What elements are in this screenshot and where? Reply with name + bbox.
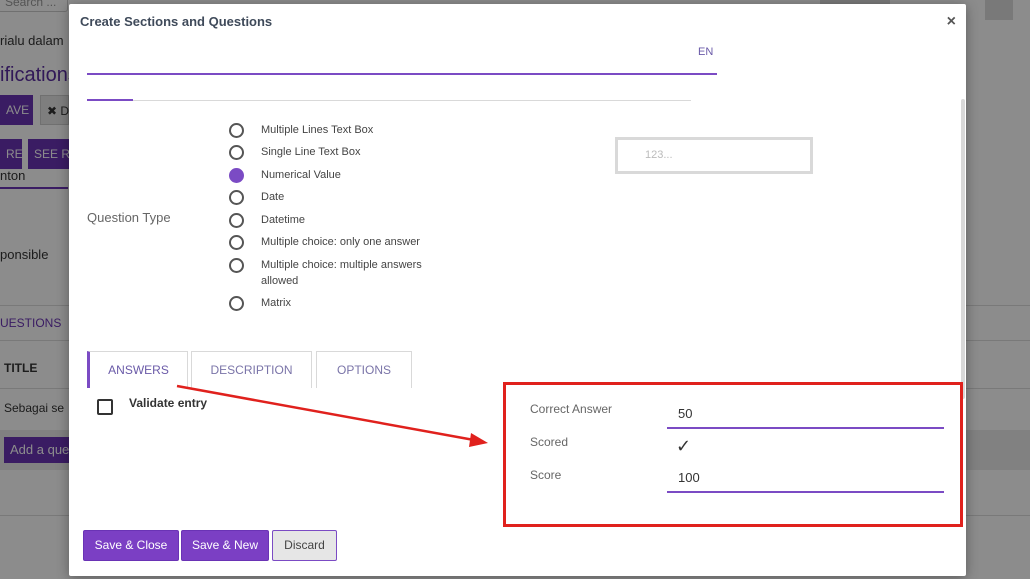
score-label: Score (530, 468, 562, 482)
radio-label: Multiple choice: only one answer (261, 236, 420, 248)
radio-button[interactable] (229, 258, 244, 273)
radio-button[interactable] (229, 213, 244, 228)
create-sections-modal: Create Sections and Questions × EN Quest… (69, 4, 966, 576)
validate-entry-checkbox[interactable] (97, 399, 113, 415)
language-toggle[interactable]: EN (698, 46, 713, 58)
save-close-button[interactable]: Save & Close (83, 530, 179, 561)
validate-entry[interactable]: Validate entry (97, 396, 208, 415)
discard-button[interactable]: Discard (272, 530, 337, 561)
radio-date[interactable]: Date (229, 189, 461, 205)
question-title-input[interactable] (87, 42, 717, 75)
radio-button[interactable] (229, 235, 244, 250)
correct-answer-input[interactable] (667, 399, 944, 429)
radio-button[interactable] (229, 123, 244, 138)
section-tab-active-indicator (87, 99, 133, 101)
question-type-label: Question Type (87, 210, 171, 225)
radio-button[interactable] (229, 296, 244, 311)
numerical-value-input[interactable]: 123... (615, 137, 813, 174)
scored-label: Scored (530, 435, 569, 449)
radio-matrix[interactable]: Matrix (229, 295, 461, 311)
save-new-button[interactable]: Save & New (181, 530, 269, 561)
radio-button[interactable] (229, 145, 244, 160)
radio-label: Multiple choice: multiple answers allowe… (261, 259, 422, 287)
modal-scrollbar[interactable] (961, 99, 965, 399)
radio-label: Single Line Text Box (261, 146, 361, 158)
radio-label: Date (261, 191, 285, 203)
radio-single-line[interactable]: Single Line Text Box (229, 144, 461, 160)
radio-multiple-choice-one[interactable]: Multiple choice: only one answer (229, 234, 461, 250)
tab-answers[interactable]: ANSWERS (87, 351, 188, 388)
radio-label: Datetime (261, 214, 306, 226)
radio-label: Multiple Lines Text Box (261, 124, 374, 136)
correct-answer-label: Correct Answer (530, 402, 613, 416)
radio-numerical-value[interactable]: Numerical Value (229, 167, 461, 183)
modal-title: Create Sections and Questions (80, 14, 273, 29)
radio-multiple-choice-many[interactable]: Multiple choice: multiple answers allowe… (229, 257, 461, 289)
score-input[interactable] (667, 463, 944, 493)
radio-label: Matrix (261, 297, 291, 309)
radio-button-selected[interactable] (229, 168, 244, 183)
validate-entry-label: Validate entry (129, 396, 208, 410)
radio-multiple-lines[interactable]: Multiple Lines Text Box (229, 122, 461, 138)
section-tabs-bar (87, 99, 691, 101)
scored-checkbox-check-icon[interactable]: ✓ (676, 436, 691, 457)
radio-button[interactable] (229, 190, 244, 205)
tab-description[interactable]: DESCRIPTION (191, 351, 312, 388)
radio-datetime[interactable]: Datetime (229, 212, 461, 228)
tab-options[interactable]: OPTIONS (316, 351, 412, 388)
radio-label: Numerical Value (261, 169, 341, 181)
close-icon[interactable]: × (947, 14, 956, 30)
